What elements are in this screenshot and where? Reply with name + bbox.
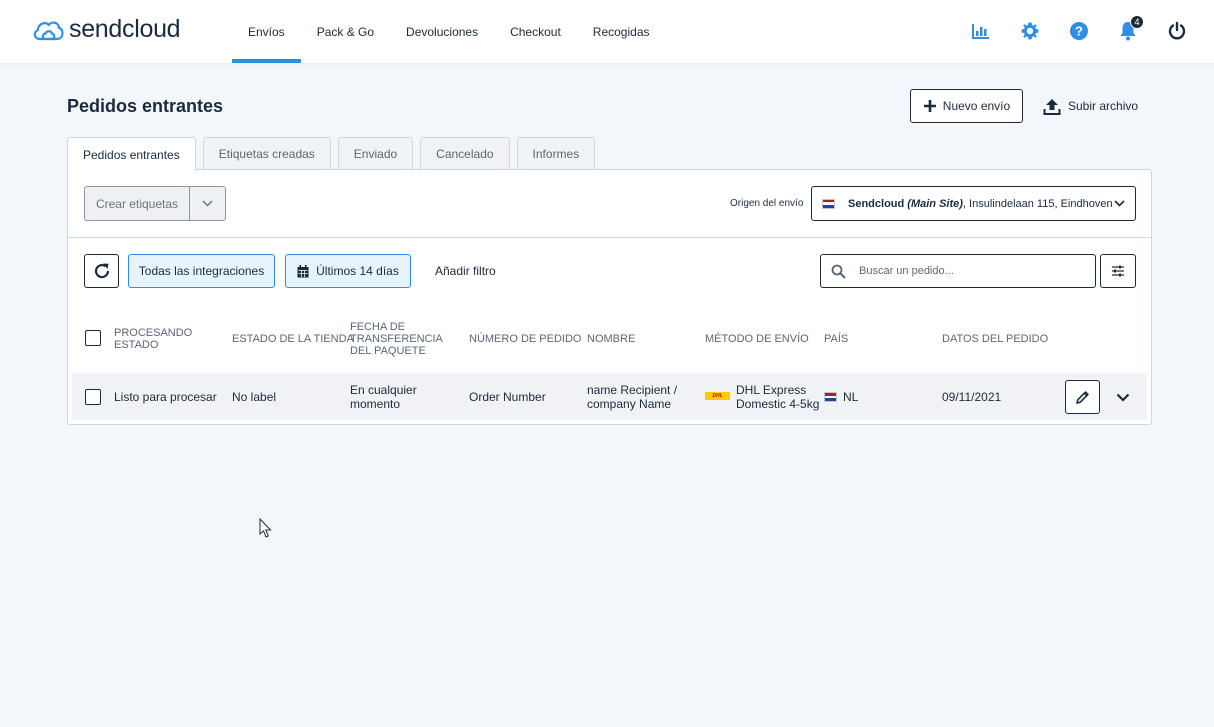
top-bar: sendcloud Envíos Pack & Go Devoluciones … <box>0 0 1214 63</box>
date-range-label: Últimos 14 días <box>316 264 399 278</box>
header-transfer-date[interactable]: FECHA DE TRANSFERENCIA DEL PAQUETE <box>350 321 465 357</box>
svg-text:?: ? <box>1075 24 1083 39</box>
nav-item-recogidas[interactable]: Recogidas <box>577 0 666 63</box>
chevron-down-icon <box>1116 393 1130 402</box>
expand-row-button[interactable] <box>1114 388 1132 406</box>
tab-informes[interactable]: Informes <box>516 137 596 170</box>
cloud-logo-icon <box>33 21 64 40</box>
header-name[interactable]: NOMBRE <box>587 333 635 345</box>
header-country[interactable]: PAÍS <box>824 333 848 345</box>
row-name: name Recipient / company Name <box>587 383 678 411</box>
row-country: NL <box>824 390 858 404</box>
header-status[interactable]: PROCESANDO ESTADO <box>114 327 214 351</box>
create-labels-split-button: Crear etiquetas <box>84 186 226 221</box>
main-nav: Envíos Pack & Go Devoluciones Checkout R… <box>232 0 666 63</box>
refresh-button[interactable] <box>84 254 119 288</box>
chevron-down-icon <box>202 200 213 207</box>
origin-label: Origen del envío <box>730 198 804 209</box>
plus-icon <box>923 100 936 112</box>
toolbar-divider <box>68 237 1151 238</box>
help-icon[interactable]: ? <box>1067 19 1091 43</box>
row-order-number: Order Number <box>469 390 546 404</box>
nav-item-pack-go[interactable]: Pack & Go <box>301 0 390 63</box>
origin-address: , Insulindelaan 115, Eindhoven <box>962 197 1113 210</box>
row-order-date: 09/11/2021 <box>942 390 1002 404</box>
upload-file-label: Subir archivo <box>1068 99 1139 113</box>
refresh-icon <box>94 263 109 279</box>
integrations-filter-label: Todas las integraciones <box>138 264 265 278</box>
header-order-number[interactable]: NÚMERO DE PEDIDO <box>469 333 581 345</box>
origin-name: Sendcloud <box>848 197 905 210</box>
nav-item-envios[interactable]: Envíos <box>232 0 301 63</box>
tab-bar: Pedidos entrantes Etiquetas creadas Envi… <box>67 137 596 171</box>
integrations-filter[interactable]: Todas las integraciones <box>128 254 275 288</box>
nav-item-devoluciones[interactable]: Devoluciones <box>390 0 494 63</box>
dhl-logo: DHL <box>705 392 730 400</box>
netherlands-flag-icon <box>824 392 837 402</box>
origin-select[interactable]: Sendcloud (Main Site), Insulindelaan 115… <box>811 186 1136 221</box>
column-settings-button[interactable] <box>1100 254 1136 288</box>
sliders-icon <box>1112 265 1124 277</box>
search-box <box>820 254 1096 288</box>
pencil-icon <box>1076 390 1089 404</box>
header-shipping-method[interactable]: MÉTODO DE ENVÍO <box>705 333 809 345</box>
calendar-icon <box>297 264 309 277</box>
create-labels-button[interactable]: Crear etiquetas <box>85 187 190 220</box>
search-icon <box>831 264 846 279</box>
select-all-checkbox[interactable] <box>85 330 101 346</box>
header-store-status[interactable]: ESTADO DE LA TIENDA <box>232 333 354 345</box>
new-shipment-button[interactable]: Nuevo envío <box>910 89 1023 123</box>
tab-enviado[interactable]: Enviado <box>337 137 414 170</box>
edit-order-button[interactable] <box>1065 380 1100 414</box>
upload-file-button[interactable]: Subir archivo <box>1043 89 1138 123</box>
upload-icon <box>1043 98 1061 115</box>
tab-pedidos-entrantes[interactable]: Pedidos entrantes <box>67 137 196 171</box>
row-checkbox[interactable] <box>85 389 101 405</box>
row-store-status: No label <box>232 390 277 404</box>
row-status: Listo para procesar <box>114 390 217 404</box>
chevron-down-icon <box>1114 200 1125 207</box>
date-range-filter[interactable]: Últimos 14 días <box>285 254 411 288</box>
origin-site: (Main Site) <box>907 197 963 210</box>
add-filter-link[interactable]: Añadir filtro <box>435 264 496 278</box>
logo-text: sendcloud <box>69 15 181 43</box>
new-shipment-label: Nuevo envío <box>942 99 1011 113</box>
notification-badge: 4 <box>1130 15 1144 29</box>
tab-etiquetas-creadas[interactable]: Etiquetas creadas <box>202 137 331 170</box>
create-labels-dropdown[interactable] <box>190 187 225 220</box>
bell-icon[interactable]: 4 <box>1116 15 1144 43</box>
row-shipping-method: DHL Express Domestic 4-5kg <box>736 383 820 411</box>
row-country-code: NL <box>843 390 859 404</box>
header-order-date[interactable]: DATOS DEL PEDIDO <box>942 333 1048 345</box>
tab-cancelado[interactable]: Cancelado <box>420 137 510 170</box>
search-input[interactable] <box>859 265 1079 277</box>
power-icon[interactable] <box>1165 19 1189 43</box>
mouse-cursor-icon <box>259 518 272 538</box>
origin-value: Sendcloud (Main Site), Insulindelaan 115… <box>848 198 1114 210</box>
page-title: Pedidos entrantes <box>67 96 224 116</box>
gear-icon[interactable] <box>1018 19 1042 43</box>
nav-item-checkout[interactable]: Checkout <box>494 0 577 63</box>
orders-panel: Crear etiquetas Origen del envío Sendclo… <box>67 169 1152 425</box>
sendcloud-logo[interactable]: sendcloud <box>31 15 181 44</box>
netherlands-flag-icon <box>822 198 835 209</box>
row-transfer-date: En cualquier momento <box>350 383 417 411</box>
analytics-icon[interactable] <box>969 19 993 43</box>
